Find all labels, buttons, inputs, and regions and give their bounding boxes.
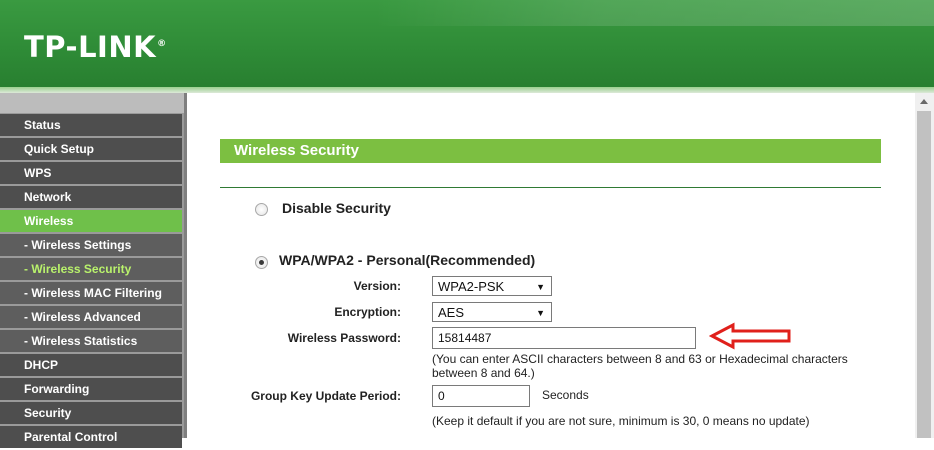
version-value: WPA2-PSK [438, 279, 505, 294]
sidebar-item-wps[interactable]: WPS [0, 162, 182, 184]
scroll-thumb[interactable] [917, 111, 931, 438]
sidebar-item-wireless-mac-filtering[interactable]: - Wireless MAC Filtering [0, 282, 182, 304]
sidebar-item-security[interactable]: Security [0, 402, 182, 424]
chevron-down-icon: ▼ [536, 282, 545, 292]
sidebar-item-wireless-security[interactable]: - Wireless Security [0, 258, 182, 280]
group-key-field[interactable]: 0 [432, 385, 530, 407]
encryption-value: AES [438, 305, 465, 320]
disable-security-label: Disable Security [282, 200, 391, 216]
sidebar-item-wireless[interactable]: Wireless [0, 210, 182, 232]
scroll-up-icon[interactable] [915, 93, 934, 110]
group-key-unit: Seconds [542, 388, 589, 402]
sidebar: Status Quick Setup WPS Network Wireless … [0, 93, 187, 448]
disable-security-radio[interactable] [255, 203, 268, 216]
group-key-label: Group Key Update Period: [250, 389, 401, 403]
wpa-personal-radio[interactable] [255, 256, 268, 269]
sidebar-item-network[interactable]: Network [0, 186, 182, 208]
password-field[interactable]: 15814487 [432, 327, 696, 349]
registered-mark: ® [157, 39, 167, 50]
header-banner: TP-LINK® [0, 0, 934, 87]
sidebar-item-wireless-statistics[interactable]: - Wireless Statistics [0, 330, 182, 352]
section-rule [220, 187, 881, 188]
encryption-label: Encryption: [334, 305, 401, 319]
sidebar-item-status[interactable]: Status [0, 114, 182, 136]
encryption-select[interactable]: AES ▼ [432, 302, 552, 322]
version-label: Version: [353, 279, 401, 293]
chevron-down-icon: ▼ [536, 308, 545, 318]
sidebar-item-forwarding[interactable]: Forwarding [0, 378, 182, 400]
sidebar-top [0, 93, 184, 113]
sidebar-item-dhcp[interactable]: DHCP [0, 354, 182, 376]
sidebar-item-wireless-settings[interactable]: - Wireless Settings [0, 234, 182, 256]
sidebar-menu: Status Quick Setup WPS Network Wireless … [0, 114, 182, 450]
red-outline-arrow-icon [709, 322, 791, 350]
wpa-personal-label: WPA/WPA2 - Personal(Recommended) [279, 252, 536, 268]
sidebar-item-wireless-advanced[interactable]: - Wireless Advanced [0, 306, 182, 328]
password-hint: (You can enter ASCII characters between … [432, 352, 848, 380]
version-select[interactable]: WPA2-PSK ▼ [432, 276, 552, 296]
password-label: Wireless Password: [287, 331, 401, 345]
content-area: Wireless Security Disable Security WPA/W… [187, 93, 915, 438]
sidebar-item-parental-control[interactable]: Parental Control [0, 426, 182, 448]
header-shine [374, 0, 934, 26]
sidebar-item-quick-setup[interactable]: Quick Setup [0, 138, 182, 160]
group-key-hint: (Keep it default if you are not sure, mi… [432, 414, 810, 428]
section-title: Wireless Security [220, 139, 881, 163]
scrollbar[interactable] [915, 93, 934, 438]
tp-link-logo: TP-LINK® [24, 30, 167, 64]
